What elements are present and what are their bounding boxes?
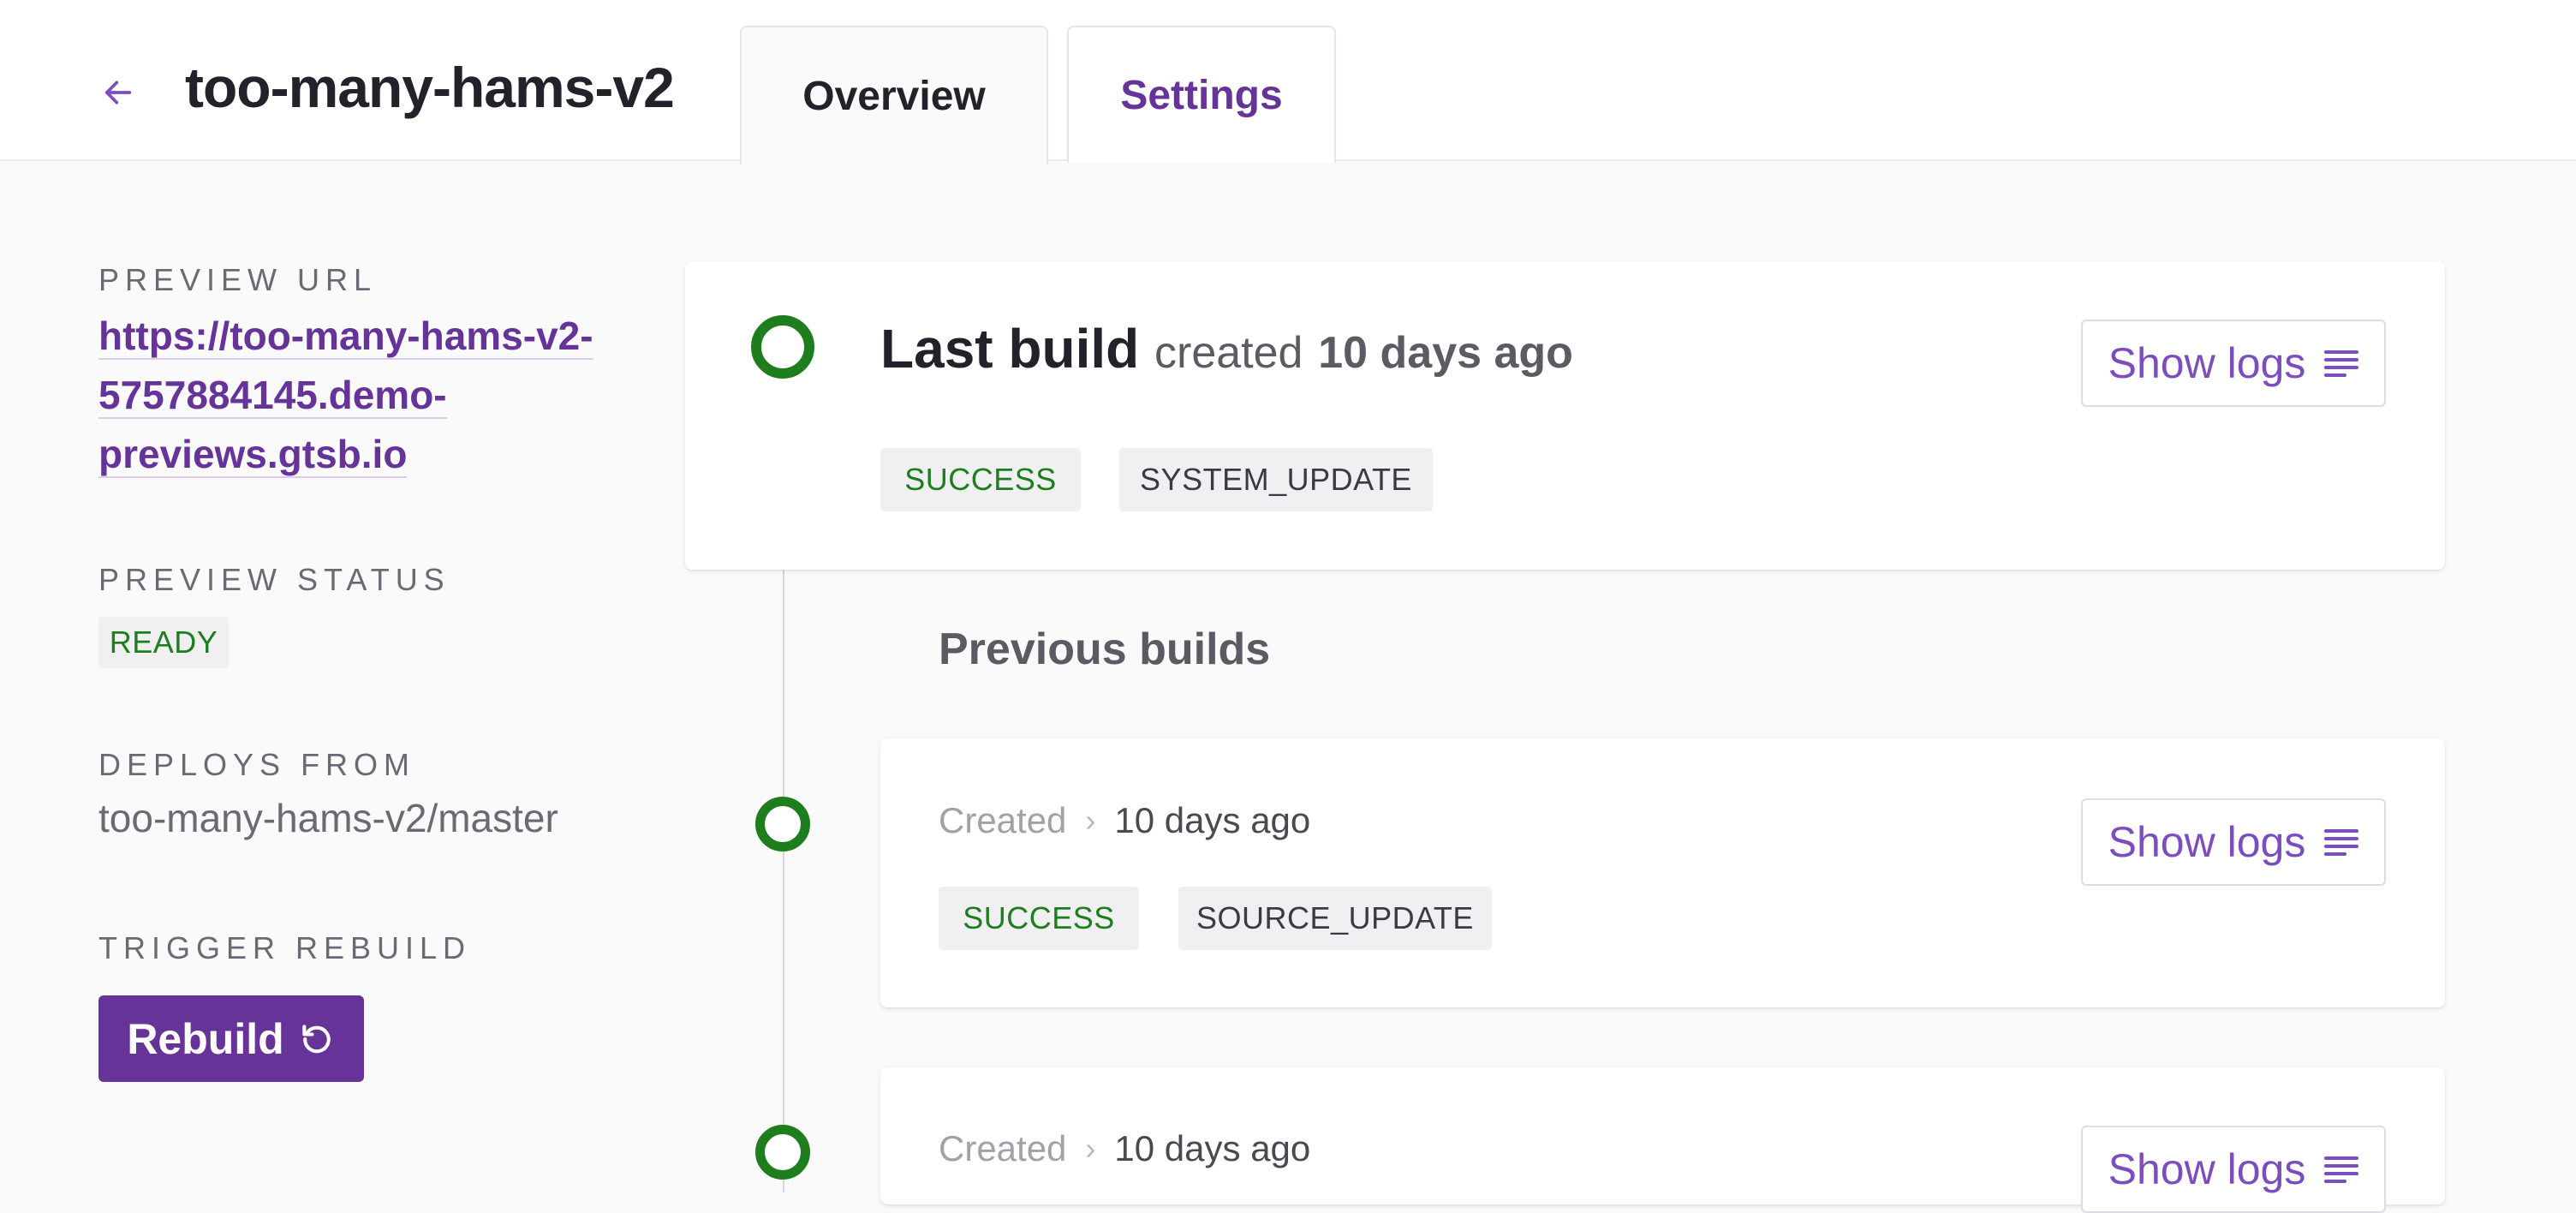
build-status-ring-icon bbox=[755, 797, 810, 851]
chevron-right-icon: › bbox=[1085, 803, 1096, 838]
page-header: too-many-hams-v2 Overview Settings bbox=[0, 0, 2576, 164]
previous-build-show-logs-button[interactable]: Show logs bbox=[2081, 798, 2386, 886]
deploys-from-value: too-many-hams-v2/master bbox=[98, 796, 558, 840]
previous-builds-heading: Previous builds bbox=[939, 624, 1271, 674]
page-title: too-many-hams-v2 bbox=[185, 56, 675, 119]
arrow-left-icon bbox=[104, 81, 132, 105]
show-logs-label: Show logs bbox=[2108, 818, 2306, 866]
show-logs-label: Show logs bbox=[2108, 339, 2306, 387]
build-status-ring-icon bbox=[755, 1125, 810, 1180]
previous-build-show-logs-button[interactable]: Show logs bbox=[2081, 1126, 2386, 1213]
tab-overview[interactable]: Overview bbox=[740, 26, 1048, 164]
lines-icon bbox=[2324, 1156, 2359, 1183]
last-build-title: Last build created 10 days ago bbox=[880, 317, 1573, 380]
lines-icon bbox=[2324, 350, 2359, 377]
refresh-icon bbox=[301, 1024, 331, 1053]
preview-url-line-2[interactable]: 5757884145.demo- bbox=[98, 373, 447, 419]
trigger-rebuild-label: TRIGGER REBUILD bbox=[98, 930, 472, 965]
previous-build-reason-badge: SOURCE_UPDATE bbox=[1178, 887, 1492, 950]
tab-settings[interactable]: Settings bbox=[1067, 26, 1336, 163]
preview-url-label: PREVIEW URL bbox=[98, 262, 378, 297]
last-build-heading: Last build bbox=[880, 318, 1140, 379]
last-build-reason-badge: SYSTEM_UPDATE bbox=[1119, 448, 1433, 511]
created-label: Created bbox=[939, 1128, 1067, 1168]
preview-status-label: PREVIEW STATUS bbox=[98, 562, 450, 597]
created-ago: 10 days ago bbox=[1114, 800, 1311, 840]
last-build-show-logs-button[interactable]: Show logs bbox=[2081, 320, 2386, 407]
previous-build-created: Created › 10 days ago bbox=[939, 800, 1310, 841]
show-logs-label: Show logs bbox=[2108, 1145, 2306, 1193]
preview-url-line-1[interactable]: https://too-many-hams-v2- bbox=[98, 314, 593, 360]
created-ago: 10 days ago bbox=[1114, 1128, 1311, 1168]
last-build-status-badge: SUCCESS bbox=[880, 448, 1081, 511]
chevron-right-icon: › bbox=[1085, 1131, 1096, 1166]
previous-build-status-badge: SUCCESS bbox=[939, 887, 1139, 950]
lines-icon bbox=[2324, 829, 2359, 856]
preview-url-line-3[interactable]: previews.gtsb.io bbox=[98, 432, 408, 478]
deploys-from-label: DEPLOYS FROM bbox=[98, 747, 416, 782]
preview-status-badge: READY bbox=[98, 617, 229, 668]
build-status-ring-icon bbox=[751, 315, 814, 379]
rebuild-button[interactable]: Rebuild bbox=[98, 995, 364, 1082]
previous-build-created: Created › 10 days ago bbox=[939, 1128, 1310, 1169]
last-build-created-word: created bbox=[1154, 328, 1303, 378]
last-build-created-ago: 10 days ago bbox=[1318, 328, 1573, 378]
last-build-card bbox=[685, 261, 2445, 570]
created-label: Created bbox=[939, 800, 1067, 840]
back-button[interactable] bbox=[94, 69, 142, 117]
preview-url-link[interactable]: https://too-many-hams-v2- 5757884145.dem… bbox=[98, 307, 647, 484]
rebuild-button-label: Rebuild bbox=[127, 1014, 284, 1063]
